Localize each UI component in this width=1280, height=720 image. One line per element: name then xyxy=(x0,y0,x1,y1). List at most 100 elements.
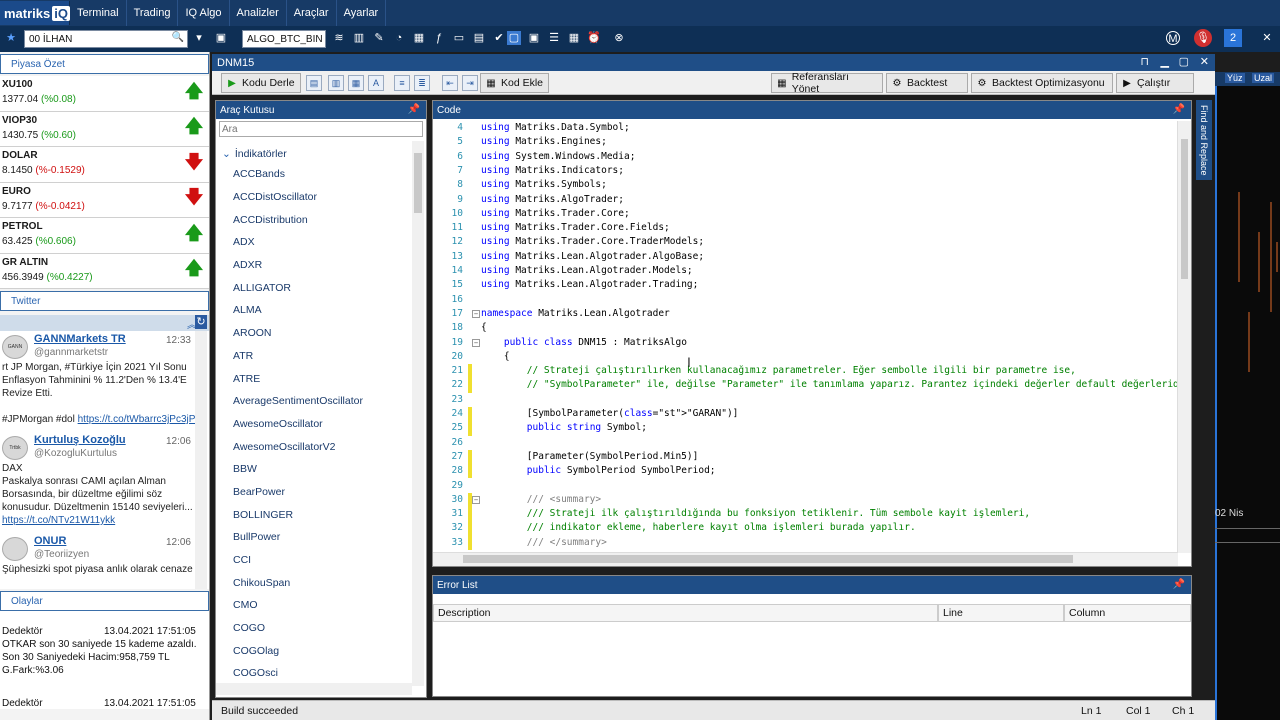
comment-icon[interactable]: ⇤ xyxy=(442,75,458,91)
outdent-icon[interactable]: ≣ xyxy=(414,75,430,91)
market-row[interactable]: XU100 1377.04 (%0.08) 🡅 xyxy=(0,76,209,112)
tweet-item[interactable]: GANN GANNMarkets TR @gannmarketstr 12:33 rt … xyxy=(0,331,209,426)
market-row[interactable]: EURO 9.7177 (%-0.0421) 🡇 xyxy=(0,182,209,218)
minimize-icon[interactable]: ▁ xyxy=(1161,55,1169,68)
close-icon[interactable]: ✕ xyxy=(1260,31,1274,45)
grid-icon[interactable]: ▤ xyxy=(472,31,486,45)
symbol-field[interactable]: ALGO_BTC_BIN xyxy=(242,30,326,48)
window-icon[interactable]: ▭ xyxy=(452,31,466,45)
indent-icon[interactable]: ≡ xyxy=(394,75,410,91)
indicator-item[interactable]: ALLIGATOR xyxy=(216,276,412,299)
event-item[interactable]: Dedektör 13.04.2021 17:51:05 OTKAR son 30 … xyxy=(0,611,209,683)
menu-iq-algo[interactable]: IQ Algo xyxy=(178,0,230,26)
references-button[interactable]: ▦ Referansları Yönet xyxy=(771,71,883,95)
indicator-item[interactable]: ChikouSpan xyxy=(216,571,412,594)
indicator-item[interactable]: ALMA xyxy=(216,299,412,322)
indicator-item[interactable]: ADX xyxy=(216,231,412,254)
matriks-m-icon[interactable]: M xyxy=(1166,31,1180,45)
menu-araclar[interactable]: Araçlar xyxy=(287,0,337,26)
add-code-button[interactable]: ▦ Kod Ekle xyxy=(480,73,550,93)
format-icon-3[interactable]: ▦ xyxy=(348,75,364,91)
tab-twitter[interactable]: Twitter xyxy=(0,291,209,311)
fold-toggle-icon[interactable]: − xyxy=(472,338,480,347)
font-size-icon[interactable]: A xyxy=(368,75,384,91)
fold-toggle-icon[interactable]: − xyxy=(472,495,480,504)
market-row[interactable]: DOLAR 8.1450 (%-0.1529) 🡇 xyxy=(0,147,209,183)
col-line[interactable]: Line xyxy=(938,604,1064,622)
run-button[interactable]: ▶ Çalıştır xyxy=(1116,73,1194,93)
indicator-group[interactable]: ⌄ İndikatörler xyxy=(216,145,412,163)
indicator-item[interactable]: AROON xyxy=(216,322,412,345)
find-replace-tab[interactable]: Find and Replace xyxy=(1196,100,1212,180)
backtest-button[interactable]: ⚙ Backtest xyxy=(886,73,968,93)
window-close-icon[interactable]: ✕ xyxy=(1200,55,1209,68)
format-icon-1[interactable]: ▤ xyxy=(306,75,322,91)
menu-terminal[interactable]: Terminal xyxy=(70,0,127,26)
layers-icon[interactable]: ≋ xyxy=(332,31,346,45)
tab-piyasa-ozet[interactable]: Piyasa Özet xyxy=(0,54,209,74)
indicator-item[interactable]: CCI xyxy=(216,549,412,572)
indicator-item[interactable]: COGOlag xyxy=(216,639,412,662)
chart-tab-yuz[interactable]: Yüz xyxy=(1225,73,1245,83)
formula-icon[interactable]: ƒ xyxy=(432,31,446,45)
indicator-item[interactable]: ATR xyxy=(216,345,412,368)
tweet-link[interactable]: https://t.co/tWbarrc3jPc3jP xyxy=(78,414,196,425)
market-row[interactable]: PETROL 63.425 (%0.606) 🡅 xyxy=(0,218,209,254)
chart-tab-uzal[interactable]: Uzal xyxy=(1252,73,1275,83)
indicator-item[interactable]: AwesomeOscillatorV2 xyxy=(216,435,412,458)
star-icon[interactable]: ★ xyxy=(4,31,18,45)
menu-trading[interactable]: Trading xyxy=(127,0,179,26)
save-icon[interactable]: ▣ xyxy=(214,31,228,45)
table-icon[interactable]: ▦ xyxy=(412,31,426,45)
market-row[interactable]: GR ALTIN 456.3949 (%0.4227) 🡅 xyxy=(0,253,209,289)
indicator-item[interactable]: COGO xyxy=(216,617,412,640)
indicator-item[interactable]: BOLLINGER xyxy=(216,503,412,526)
pie-icon[interactable]: ◔ xyxy=(392,31,406,45)
dropdown-icon[interactable]: ▾ xyxy=(192,31,206,45)
check-icon[interactable]: ✔ xyxy=(492,31,506,45)
event-item[interactable]: Dedektör 13.04.2021 17:51:05 xyxy=(0,683,209,709)
tweet-item[interactable]: Trtbk Kurtuluş Kozoğlu @KozogluKurtulus 12:… xyxy=(0,432,209,527)
tab-olaylar[interactable]: Olaylar xyxy=(0,591,209,611)
code-hscrollbar[interactable] xyxy=(433,552,1178,566)
indicator-item[interactable]: ADXR xyxy=(216,254,412,277)
indicator-item[interactable]: AverageSentimentOscillator xyxy=(216,390,412,413)
search-icon[interactable]: 🔍 xyxy=(172,32,184,43)
market-row[interactable]: VIOP30 1430.75 (%0.60) 🡅 xyxy=(0,111,209,147)
camera-icon[interactable]: ▣ xyxy=(527,31,541,45)
col-description[interactable]: Description xyxy=(433,604,938,622)
alarm-icon[interactable]: ⏰ xyxy=(587,31,601,45)
list-icon[interactable]: ☰ xyxy=(547,31,561,45)
layout-icon[interactable]: ▦ xyxy=(567,31,581,45)
notification-badge[interactable]: 2 xyxy=(1224,29,1242,47)
refresh-icon[interactable]: ↻ xyxy=(195,315,207,329)
col-column[interactable]: Column xyxy=(1064,604,1191,622)
indicator-item[interactable]: ACCDistOscillator xyxy=(216,186,412,209)
toolbox-search-input[interactable] xyxy=(219,121,423,137)
toolbox-hscrollbar[interactable] xyxy=(216,683,412,695)
indicator-item[interactable]: ACCDistribution xyxy=(216,208,412,231)
code-editor[interactable]: 4 using Matriks.Data.Symbol; 5 using Matrik… xyxy=(433,121,1178,553)
tweet-scrollbar[interactable] xyxy=(195,331,207,589)
format-icon-2[interactable]: ▥ xyxy=(328,75,344,91)
indicator-item[interactable]: AwesomeOscillator xyxy=(216,413,412,436)
indicator-item[interactable]: BearPower xyxy=(216,481,412,504)
pin-icon[interactable]: 📌 xyxy=(1173,104,1185,115)
pin-icon[interactable]: 📌 xyxy=(408,104,420,115)
pin-window-icon[interactable]: ⊓ xyxy=(1140,55,1149,68)
microphone-icon[interactable]: 🎙 xyxy=(1194,29,1212,47)
indicator-item[interactable]: BullPower xyxy=(216,526,412,549)
tweet-item[interactable]: ONUR @Teoriizyen 12:06 Şüphesizki spot piya… xyxy=(0,533,209,576)
app-logo[interactable]: matriks iQ xyxy=(0,1,70,25)
fold-toggle-icon[interactable]: − xyxy=(472,309,480,318)
compile-button[interactable]: ▶ Kodu Derle xyxy=(221,73,301,93)
chart-icon[interactable]: ▥ xyxy=(352,31,366,45)
tweet-link[interactable]: https://t.co/NTv21W11ykk xyxy=(2,515,115,526)
close-circle-icon[interactable]: ⊗ xyxy=(612,31,626,45)
toolbox-scrollbar[interactable] xyxy=(412,141,424,686)
menu-ayarlar[interactable]: Ayarlar xyxy=(337,0,387,26)
maximize-icon[interactable]: ▢ xyxy=(1179,55,1189,68)
code-vscrollbar[interactable] xyxy=(1177,121,1191,553)
monitor-icon[interactable]: ▢ xyxy=(507,31,521,45)
menu-analizler[interactable]: Analizler xyxy=(230,0,287,26)
